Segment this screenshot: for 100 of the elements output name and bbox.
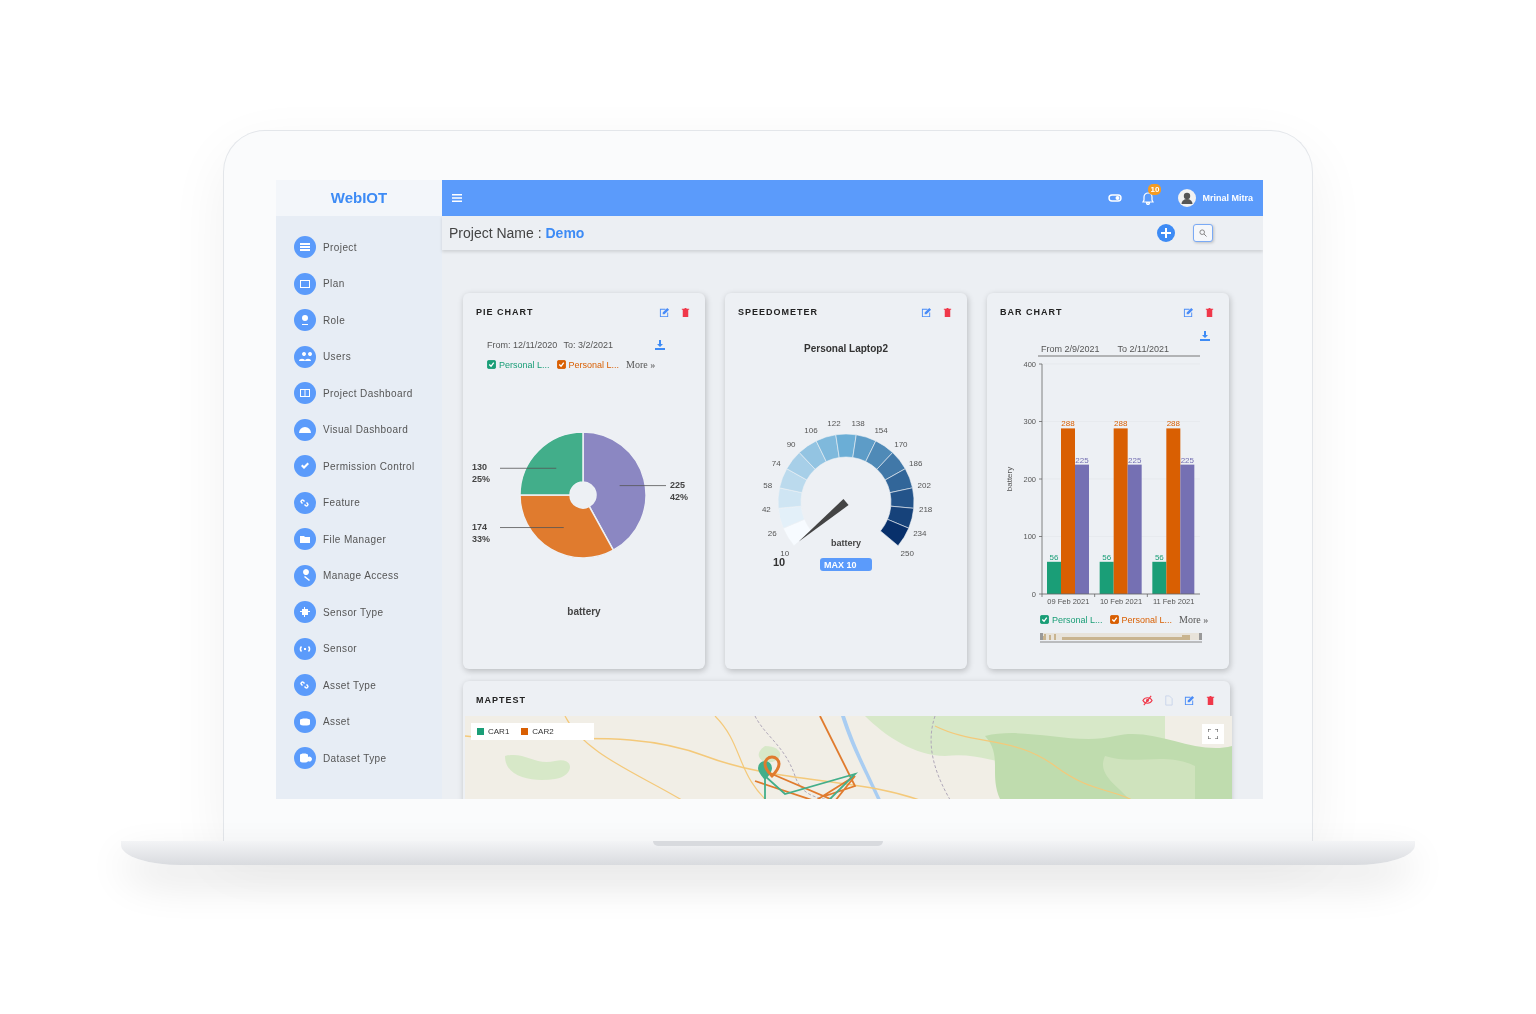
delete-icon[interactable] xyxy=(680,306,691,318)
card-title: SPEEDOMETER xyxy=(738,307,819,317)
card-title: MAPTEST xyxy=(476,695,527,705)
logo: WebIOT xyxy=(276,180,442,216)
link-icon xyxy=(294,491,316,514)
sidebar-item[interactable]: Project xyxy=(294,236,442,258)
search-button[interactable] xyxy=(1193,224,1213,242)
gauge-tick: 154 xyxy=(874,426,888,436)
checkbox[interactable] xyxy=(556,360,566,369)
leader-line xyxy=(499,527,565,528)
sidebar-item[interactable]: Visual Dashboard xyxy=(294,418,442,441)
columns-icon xyxy=(294,382,316,404)
card-title: BAR CHART xyxy=(1000,307,1064,317)
link-icon xyxy=(294,674,316,696)
sidebar-item[interactable]: Feature xyxy=(294,491,442,514)
delete-icon[interactable] xyxy=(1205,694,1216,706)
sidebar-item[interactable]: Sensor Type xyxy=(294,601,442,623)
gauge-tick: 250 xyxy=(900,549,914,559)
more-link[interactable]: More » xyxy=(1179,614,1209,625)
max-pill xyxy=(820,558,872,571)
delete-icon[interactable] xyxy=(1204,306,1215,318)
eye-slash-icon[interactable] xyxy=(1142,694,1153,706)
slice-value: 174 xyxy=(472,521,488,532)
legend-label: CAR2 xyxy=(532,727,554,736)
edit-icon[interactable] xyxy=(1183,306,1194,318)
gauge-tick: 58 xyxy=(763,481,773,491)
download-icon[interactable] xyxy=(1200,331,1210,341)
checkbox[interactable] xyxy=(487,360,496,369)
checkbox[interactable] xyxy=(1040,615,1049,624)
slice-value: 130 xyxy=(472,462,488,473)
download-icon[interactable] xyxy=(655,340,665,350)
more-link[interactable]: More » xyxy=(626,359,656,370)
toggle-icon[interactable] xyxy=(1108,194,1123,202)
sidebar-item[interactable]: Users xyxy=(294,345,442,368)
search-icon xyxy=(1199,229,1207,237)
bar-value: 225 xyxy=(1180,455,1194,465)
fullscreen-button[interactable] xyxy=(1202,724,1224,744)
sidebar-item[interactable]: Asset xyxy=(294,710,442,733)
range-slider-drawing[interactable] xyxy=(1040,631,1202,643)
gauge-label: battery xyxy=(831,538,861,548)
avatar-icon[interactable] xyxy=(1178,189,1197,207)
bar-value: 56 xyxy=(1102,552,1112,562)
bar-value: 225 xyxy=(1075,455,1089,465)
sidebar-item[interactable]: Role xyxy=(294,309,442,331)
date-to: To: 3/2/2021 xyxy=(563,340,613,350)
date-from: From: 12/11/2020 xyxy=(487,340,558,350)
gauge-tick: 10 xyxy=(780,549,790,559)
edit-icon[interactable] xyxy=(921,306,932,318)
gauge-tick: 218 xyxy=(918,505,933,515)
slice-percent: 33% xyxy=(472,533,490,544)
bar-value: 288 xyxy=(1114,419,1128,429)
edit-icon[interactable] xyxy=(1184,694,1195,706)
leader-line xyxy=(499,467,557,469)
gauge-tick: 90 xyxy=(786,439,796,449)
gauge-tick: 170 xyxy=(894,439,908,449)
legend-item[interactable]: Personal L... xyxy=(556,359,620,370)
sidebar-item[interactable]: Permission Control xyxy=(294,455,442,477)
slice-percent: 42% xyxy=(670,491,688,502)
chart-label: battery xyxy=(566,606,602,617)
leader-line xyxy=(619,485,667,486)
card-title: PIE CHART xyxy=(476,307,535,317)
menu-icon[interactable] xyxy=(452,194,462,202)
slice-percent: 25% xyxy=(472,474,490,485)
date-to: To 2/11/2021 xyxy=(1117,344,1169,354)
person-icon xyxy=(294,309,316,331)
add-icon[interactable] xyxy=(1157,224,1175,242)
gauge-tick: 74 xyxy=(771,458,781,468)
users-icon xyxy=(294,345,316,368)
sidebar-item[interactable]: File Manager xyxy=(294,528,442,550)
max-label: MAX 10 xyxy=(824,560,857,570)
checkbox[interactable] xyxy=(1109,615,1119,624)
bell-icon[interactable] xyxy=(1142,191,1155,205)
gauge-tick: 138 xyxy=(851,418,865,428)
gauge-icon xyxy=(294,418,316,441)
fullscreen-icon xyxy=(1208,729,1218,739)
sidebar-item[interactable]: Plan xyxy=(294,272,442,295)
gauge-tick: 234 xyxy=(913,528,927,538)
list-icon xyxy=(294,236,316,258)
legend-label: CAR1 xyxy=(488,727,510,736)
bar-value: 56 xyxy=(1049,552,1059,562)
gauge-tick: 186 xyxy=(909,458,923,468)
device-name: Personal Laptop2 xyxy=(803,343,889,354)
bar-value: 225 xyxy=(1128,455,1142,465)
grid-icon xyxy=(294,272,316,295)
delete-icon[interactable] xyxy=(942,306,953,318)
legend-item[interactable]: Personal L... xyxy=(1109,614,1173,625)
gauge-tick: 26 xyxy=(767,528,777,538)
gauge-tick: 42 xyxy=(761,505,771,515)
edit-icon[interactable] xyxy=(659,306,670,318)
sidebar-item[interactable]: Sensor xyxy=(294,637,442,660)
bar-value: 288 xyxy=(1061,419,1075,429)
sidebar-item[interactable]: Project Dashboard xyxy=(294,382,442,404)
sidebar-item[interactable]: Manage Access xyxy=(294,564,442,587)
notification-badge: 10 xyxy=(1148,183,1162,195)
check-icon xyxy=(294,455,316,477)
gauge-tick: 202 xyxy=(917,481,931,491)
slice-value: 225 xyxy=(670,479,686,490)
sidebar-item[interactable]: Asset Type xyxy=(294,674,442,696)
sidebar-item[interactable]: Dataset Type xyxy=(294,747,442,769)
disk-icon xyxy=(294,710,316,733)
